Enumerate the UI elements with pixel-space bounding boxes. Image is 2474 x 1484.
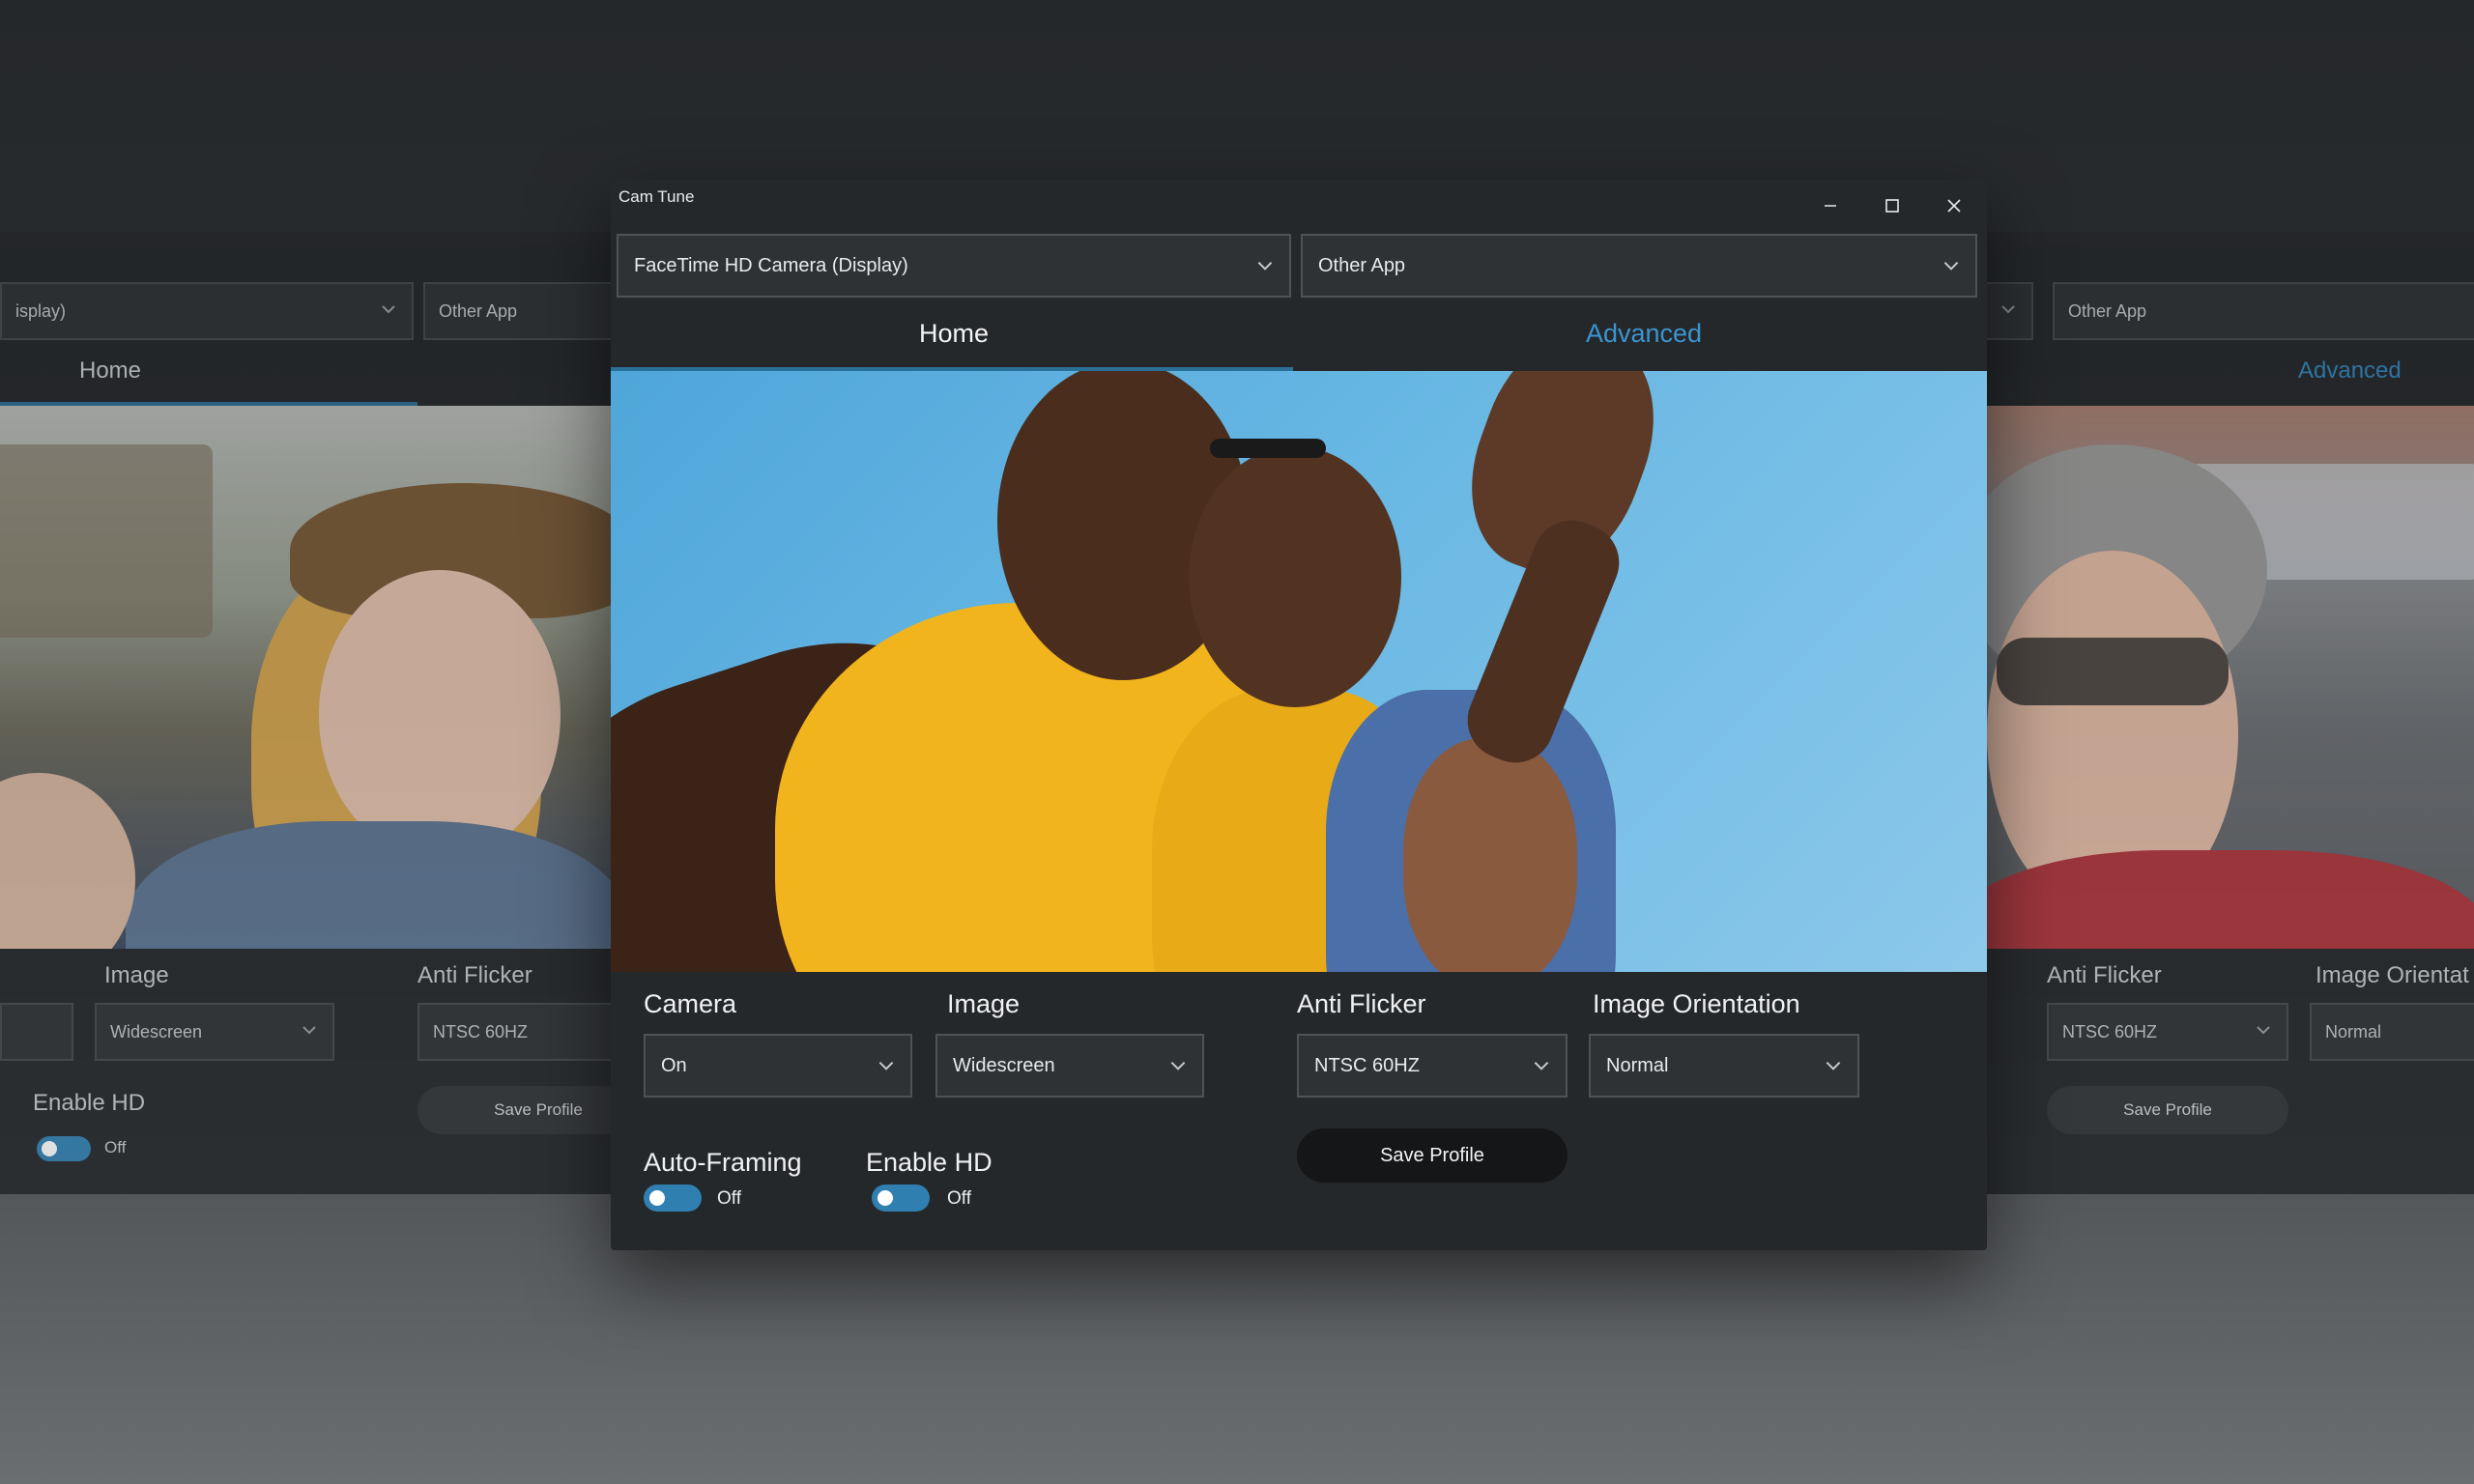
image-mode-value: Widescreen [953,1054,1055,1076]
anti-flicker-label: Anti Flicker [1297,989,1426,1018]
maximize-button[interactable] [1861,182,1923,230]
ghost-camera-dropdown [0,1003,73,1061]
ghost-tab-home: Home [79,357,142,384]
ghost-orientation-label-right: Image Orientat [2316,962,2469,988]
chevron-down-icon [2001,305,2015,314]
target-app-value: Other App [1318,254,1406,276]
chevron-down-icon [302,1026,316,1035]
ghost-anti-flicker-label: Anti Flicker [417,962,532,988]
ghost-image-select-value: Widescreen [110,1021,203,1042]
camera-preview [611,371,1987,972]
chevron-down-icon [382,305,395,314]
camera-power-select[interactable]: On [644,1034,912,1098]
title-bar[interactable]: Cam Tune [611,180,1987,230]
chevron-down-icon [1943,261,1959,271]
minimize-icon [1825,205,1836,207]
ghost-anti-flicker-select-right: NTSC 60HZ [2047,1003,2288,1061]
enable-hd-label: Enable HD [866,1148,992,1177]
anti-flicker-value: NTSC 60HZ [1314,1054,1420,1076]
camera-device-value: FaceTime HD Camera (Display) [634,254,908,276]
ghost-preview-left [0,406,618,949]
ghost-camera-select-value: isplay) [15,300,67,321]
ghost-tab-advanced: Advanced [2298,357,2402,384]
ghost-app-select-value: Other App [439,300,518,321]
image-label: Image [947,989,1021,1018]
ghost-app-select-right-value: Other App [2068,300,2147,321]
chevron-down-icon [1534,1061,1549,1070]
ghost-save-profile-button-right: Save Profile [2047,1086,2288,1134]
image-orientation-label: Image Orientation [1593,989,1800,1018]
chevron-down-icon [1826,1061,1841,1070]
chevron-down-icon [1170,1061,1186,1070]
anti-flicker-select[interactable]: NTSC 60HZ [1297,1034,1568,1098]
ghost-camera-select: isplay) [0,282,414,340]
auto-framing-toggle[interactable] [644,1184,702,1212]
minimize-button[interactable] [1799,182,1861,230]
close-button[interactable] [1923,182,1985,230]
tab-advanced[interactable]: Advanced [1301,319,1987,349]
tab-home[interactable]: Home [611,319,1297,349]
ghost-orientation-select-right-value: Normal [2325,1021,2382,1042]
chevron-down-icon [1257,261,1273,271]
ghost-anti-flicker-select-value: NTSC 60HZ [433,1021,529,1042]
enable-hd-toggle[interactable] [872,1184,930,1212]
target-app-select[interactable]: Other App [1301,234,1977,298]
ghost-app-select-right: Other App [2053,282,2474,340]
image-mode-select[interactable]: Widescreen [935,1034,1204,1098]
ghost-enable-hd-toggle [37,1136,91,1161]
auto-framing-state: Off [717,1188,741,1209]
ghost-anti-flicker-select: NTSC 60HZ [417,1003,618,1061]
image-orientation-select[interactable]: Normal [1589,1034,1859,1098]
camera-power-value: On [661,1054,687,1076]
app-title: Cam Tune [618,187,695,206]
chevron-down-icon [2257,1026,2270,1035]
ghost-anti-flicker-label-right: Anti Flicker [2047,962,2162,988]
ghost-enable-hd-state: Off [104,1138,127,1156]
ghost-image-label: Image [104,962,169,988]
ghost-enable-hd-label: Enable HD [33,1090,146,1116]
ghost-image-select: Widescreen [95,1003,334,1061]
ghost-app-select: Other App [423,282,618,340]
image-orientation-value: Normal [1606,1054,1669,1076]
cam-tune-window: Cam Tune FaceTime HD Camera (Display) Ot… [611,180,1987,1250]
enable-hd-state: Off [947,1188,971,1209]
ghost-save-profile-button: Save Profile [417,1086,618,1134]
background-window-left: isplay) Other App Home Image Widescreen … [0,232,618,1194]
close-icon [1947,199,1961,213]
maximize-icon [1885,199,1899,213]
chevron-down-icon [878,1061,894,1070]
ghost-orientation-select-right: Normal [2310,1003,2474,1061]
auto-framing-label: Auto-Framing [644,1148,802,1177]
ghost-anti-flicker-select-right-value: NTSC 60HZ [2062,1021,2158,1042]
background-window-right: Other App Advanced Anti Flicker NTSC 60H… [1971,232,2474,1194]
camera-device-select[interactable]: FaceTime HD Camera (Display) [617,234,1291,298]
camera-label: Camera [644,989,737,1018]
ghost-preview-right [1987,406,2474,949]
save-profile-button[interactable]: Save Profile [1297,1128,1568,1183]
